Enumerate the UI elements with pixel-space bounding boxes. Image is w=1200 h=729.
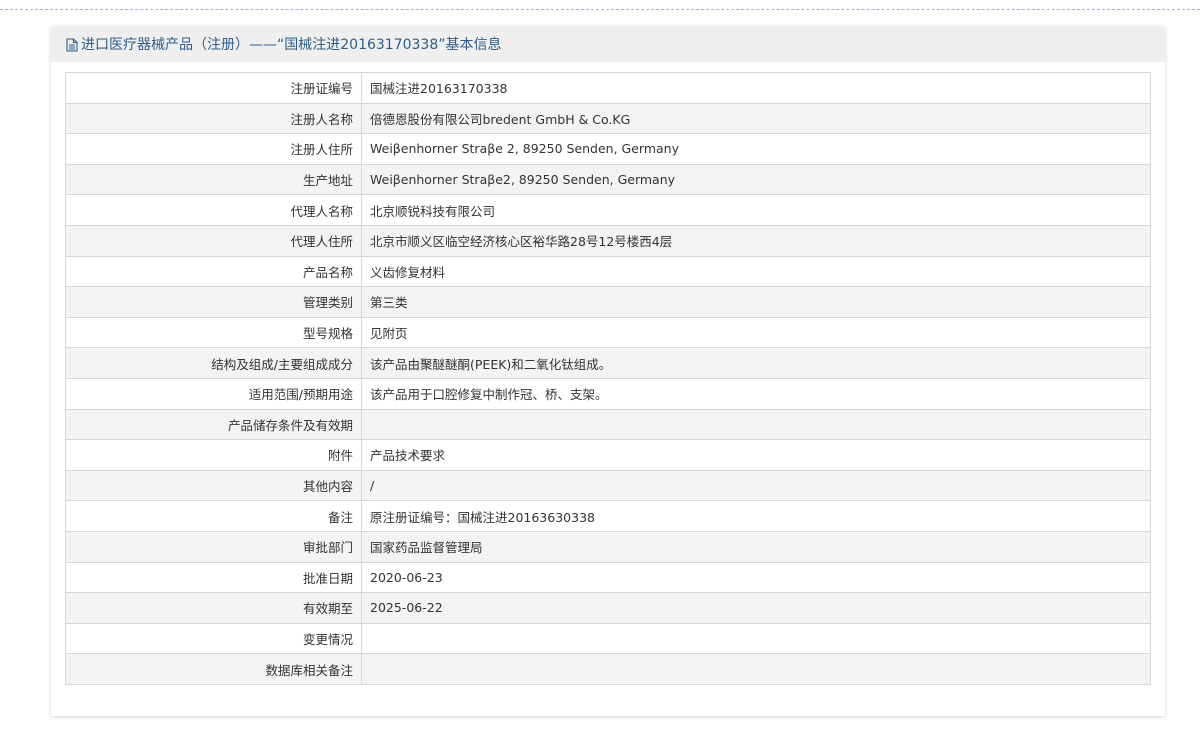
- field-label: 注册人名称: [65, 102, 362, 135]
- field-label: 代理人名称: [65, 194, 362, 226]
- field-label: 变更情况: [65, 622, 362, 655]
- field-value: 2025-06-22: [361, 592, 1151, 624]
- table-row: 结构及组成/主要组成成分 该产品由聚醚醚酮(PEEK)和二氧化钛组成。: [65, 347, 1151, 379]
- table-row: 审批部门 国家药品监督管理局: [65, 530, 1151, 563]
- field-label: 注册人住所: [65, 133, 362, 165]
- field-label: 其他内容: [65, 469, 362, 502]
- field-value: /: [361, 469, 1151, 502]
- info-panel: 进口医疗器械产品（注册）——“国械注进20163170338”基本信息 注册证编…: [51, 26, 1165, 716]
- field-label: 批准日期: [65, 561, 362, 594]
- field-label: 生产地址: [65, 163, 362, 196]
- field-label: 型号规格: [65, 316, 362, 349]
- table-row: 代理人名称 北京顺锐科技有限公司: [65, 194, 1151, 226]
- page-title: 进口医疗器械产品（注册）——“国械注进20163170338”基本信息: [81, 37, 502, 53]
- table-row: 适用范围/预期用途 该产品用于口腔修复中制作冠、桥、支架。: [65, 377, 1151, 410]
- field-label: 数据库相关备注: [65, 653, 362, 685]
- table-row: 注册人名称 倍德恩股份有限公司bredent GmbH & Co.KG: [65, 102, 1151, 135]
- table-row: 产品储存条件及有效期: [65, 408, 1151, 441]
- table-row: 变更情况: [65, 622, 1151, 655]
- table-row: 数据库相关备注: [65, 653, 1151, 685]
- field-label: 管理类别: [65, 286, 362, 318]
- field-value: 原注册证编号：国械注进20163630338: [361, 500, 1151, 532]
- field-value: Weiβenhorner Straβe2, 89250 Senden, Germ…: [361, 163, 1151, 196]
- field-value: 该产品用于口腔修复中制作冠、桥、支架。: [361, 377, 1151, 410]
- table-row: 附件 产品技术要求: [65, 439, 1151, 471]
- field-label: 产品名称: [65, 255, 362, 288]
- field-value: [361, 408, 1151, 441]
- field-value: 倍德恩股份有限公司bredent GmbH & Co.KG: [361, 102, 1151, 135]
- field-label: 备注: [65, 500, 362, 532]
- field-value: [361, 653, 1151, 685]
- field-value: 国械注进20163170338: [361, 72, 1151, 104]
- document-icon: [66, 37, 78, 52]
- field-label: 适用范围/预期用途: [65, 377, 362, 410]
- field-value: 产品技术要求: [361, 439, 1151, 471]
- table-row: 其他内容 /: [65, 469, 1151, 502]
- field-value: 2020-06-23: [361, 561, 1151, 594]
- field-label: 代理人住所: [65, 224, 362, 257]
- field-value: 北京顺锐科技有限公司: [361, 194, 1151, 226]
- field-value: 见附页: [361, 316, 1151, 349]
- field-label: 有效期至: [65, 592, 362, 624]
- table-row: 管理类别 第三类: [65, 286, 1151, 318]
- field-value: 义齿修复材料: [361, 255, 1151, 288]
- field-value: 第三类: [361, 286, 1151, 318]
- field-value: Weiβenhorner Straβe 2, 89250 Senden, Ger…: [361, 133, 1151, 165]
- field-value: [361, 622, 1151, 655]
- table-row: 产品名称 义齿修复材料: [65, 255, 1151, 288]
- top-dashed-border: [0, 0, 1200, 10]
- table-row: 型号规格 见附页: [65, 316, 1151, 349]
- table-row: 注册人住所 Weiβenhorner Straβe 2, 89250 Senden…: [65, 133, 1151, 165]
- info-table: 注册证编号 国械注进20163170338 注册人名称 倍德恩股份有限公司breden…: [65, 72, 1151, 685]
- table-row: 批准日期 2020-06-23: [65, 561, 1151, 594]
- table-row: 注册证编号 国械注进20163170338: [65, 72, 1151, 104]
- table-row: 代理人住所 北京市顺义区临空经济核心区裕华路28号12号楼西4层: [65, 224, 1151, 257]
- table-row: 有效期至 2025-06-22: [65, 592, 1151, 624]
- field-label: 审批部门: [65, 530, 362, 563]
- field-label: 附件: [65, 439, 362, 471]
- field-label: 产品储存条件及有效期: [65, 408, 362, 441]
- field-value: 北京市顺义区临空经济核心区裕华路28号12号楼西4层: [361, 224, 1151, 257]
- field-label: 结构及组成/主要组成成分: [65, 347, 362, 379]
- field-label: 注册证编号: [65, 72, 362, 104]
- table-row: 生产地址 Weiβenhorner Straβe2, 89250 Senden, …: [65, 163, 1151, 196]
- panel-header: 进口医疗器械产品（注册）——“国械注进20163170338”基本信息: [51, 26, 1165, 62]
- field-value: 国家药品监督管理局: [361, 530, 1151, 563]
- table-row: 备注 原注册证编号：国械注进20163630338: [65, 500, 1151, 532]
- field-value: 该产品由聚醚醚酮(PEEK)和二氧化钛组成。: [361, 347, 1151, 379]
